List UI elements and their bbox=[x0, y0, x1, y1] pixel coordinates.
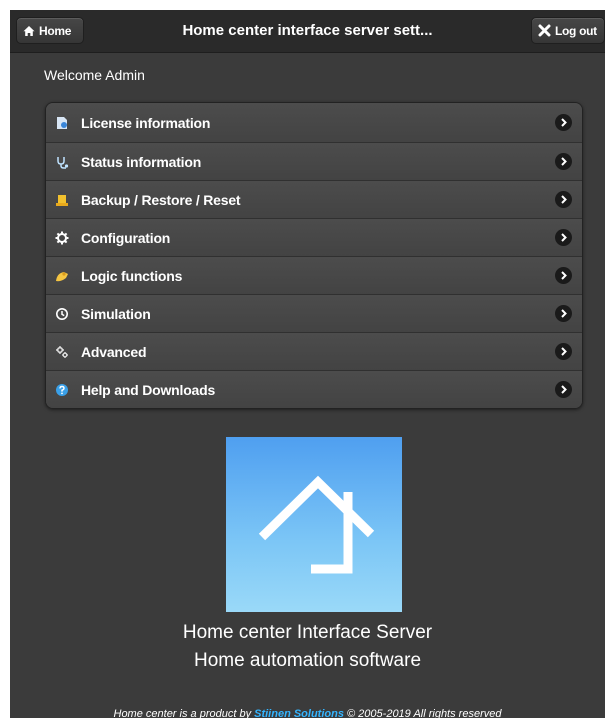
close-icon bbox=[538, 24, 551, 37]
chevron-right-icon bbox=[555, 305, 572, 322]
clock-icon bbox=[54, 306, 70, 322]
page-title: Home center interface server sett... bbox=[182, 22, 433, 39]
home-button-label: Home bbox=[39, 23, 72, 38]
menu-item-license-information[interactable]: License information bbox=[46, 103, 582, 142]
footer-company-link[interactable]: Stiinen Solutions bbox=[254, 708, 344, 718]
chevron-right-icon bbox=[555, 267, 572, 284]
logout-button-label: Log out bbox=[555, 23, 597, 38]
menu-item-label: Logic functions bbox=[81, 267, 183, 284]
menu-item-label: Status information bbox=[81, 153, 202, 170]
menu-item-help-and-downloads[interactable]: Help and Downloads bbox=[46, 370, 582, 408]
chevron-right-icon bbox=[555, 191, 572, 208]
menu-item-simulation[interactable]: Simulation bbox=[46, 294, 582, 332]
home-icon bbox=[23, 25, 35, 36]
license-icon bbox=[54, 115, 70, 131]
logout-button[interactable]: Log out bbox=[531, 17, 605, 44]
chevron-right-icon bbox=[555, 153, 572, 170]
settings-menu: License information Status information B… bbox=[45, 102, 583, 409]
product-tagline: Home automation software bbox=[193, 650, 422, 671]
menu-item-label: Backup / Restore / Reset bbox=[81, 191, 241, 208]
menu-item-logic-functions[interactable]: Logic functions bbox=[46, 256, 582, 294]
menu-item-label: Configuration bbox=[81, 229, 171, 246]
house-icon bbox=[258, 475, 375, 574]
menu-item-configuration[interactable]: Configuration bbox=[46, 218, 582, 256]
welcome-text: Welcome Admin bbox=[44, 67, 145, 83]
footer: Home center is a product by Stiinen Solu… bbox=[10, 708, 605, 718]
header-bar: Home Home center interface server sett..… bbox=[10, 10, 605, 53]
product-name: Home center Interface Server bbox=[182, 622, 433, 643]
chevron-right-icon bbox=[555, 114, 572, 131]
product-logo bbox=[226, 437, 402, 612]
page: Home Home center interface server sett..… bbox=[10, 10, 605, 718]
menu-item-label: Help and Downloads bbox=[81, 381, 216, 398]
chevron-right-icon bbox=[555, 343, 572, 360]
chevron-right-icon bbox=[555, 381, 572, 398]
footer-prefix: Home center is a product by bbox=[113, 708, 255, 718]
menu-item-backup-restore-reset[interactable]: Backup / Restore / Reset bbox=[46, 180, 582, 218]
gears-icon bbox=[54, 344, 70, 360]
help-icon bbox=[54, 382, 70, 398]
menu-item-label: Simulation bbox=[81, 305, 151, 322]
menu-item-advanced[interactable]: Advanced bbox=[46, 332, 582, 370]
stethoscope-icon bbox=[54, 154, 70, 170]
menu-item-label: License information bbox=[81, 114, 211, 131]
chevron-right-icon bbox=[555, 229, 572, 246]
gear-icon bbox=[54, 230, 70, 246]
menu-item-label: Advanced bbox=[81, 343, 147, 360]
footer-suffix: © 2005-2019 All rights reserved bbox=[343, 708, 502, 718]
menu-item-status-information[interactable]: Status information bbox=[46, 142, 582, 180]
logic-icon bbox=[54, 268, 70, 284]
home-button[interactable]: Home bbox=[16, 17, 84, 44]
backup-icon bbox=[54, 192, 70, 208]
